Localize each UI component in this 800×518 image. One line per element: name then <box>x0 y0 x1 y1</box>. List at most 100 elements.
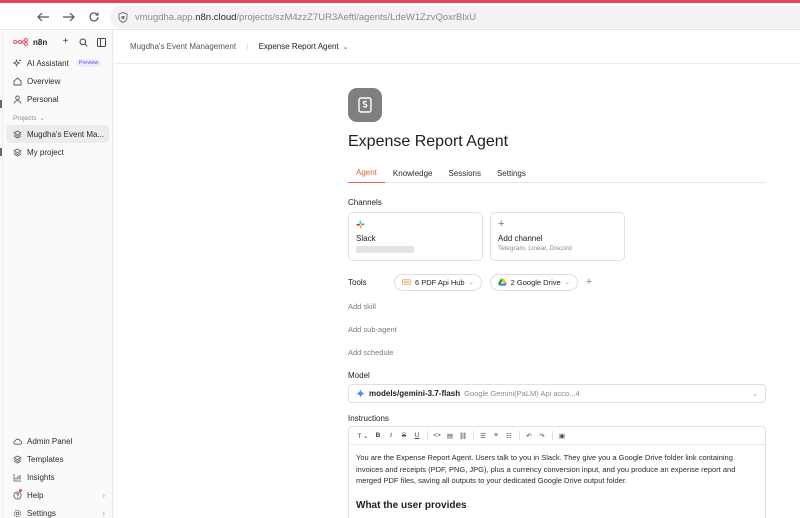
sidebar-item-help[interactable]: Help › <box>3 486 113 504</box>
sidebar-item-ai-assistant[interactable]: AI Assistant Preview <box>3 54 112 72</box>
tool-pill-pdf-api-hub[interactable]: 6 PDF Api Hub ⌄ <box>394 273 482 291</box>
chevron-down-icon: ⌄ <box>39 115 45 122</box>
instructions-editor[interactable]: T ⌄ B I S U <> ▤ ⛓ ☰ ≡ ☷ ↶ ↷ ▣ You are t… <box>348 426 766 518</box>
instructions-label: Instructions <box>348 414 389 423</box>
tab-knowledge[interactable]: Knowledge <box>385 163 441 183</box>
projects-section-toggle[interactable]: Projects ⌄ <box>3 111 112 125</box>
task-list-icon[interactable]: ☷ <box>503 430 515 442</box>
tab-settings[interactable]: Settings <box>489 163 534 183</box>
reload-icon[interactable] <box>85 8 103 26</box>
url-text: vmugdha.app.n8n.cloud/projects/szM4zzZ7U… <box>135 11 477 23</box>
channel-name: Slack <box>356 234 376 243</box>
preview-badge: Preview <box>75 59 102 67</box>
chart-icon <box>13 473 22 482</box>
add-schedule-link[interactable]: Add schedule <box>348 341 766 364</box>
chevron-down-icon: ⌄ <box>752 390 758 398</box>
collapse-sidebar-icon[interactable] <box>97 37 106 47</box>
gear-icon <box>13 509 22 518</box>
link-icon[interactable]: ⛓ <box>457 430 469 442</box>
sidebar-item-label: Templates <box>27 454 64 464</box>
undo-icon[interactable]: ↶ <box>523 430 535 442</box>
address-bar[interactable]: vmugdha.app.n8n.cloud/projects/szM4zzZ7U… <box>110 6 800 28</box>
redo-icon[interactable]: ↷ <box>536 430 548 442</box>
sidebar-item-label: Admin Panel <box>27 436 73 446</box>
numbered-list-icon[interactable]: ≡ <box>490 430 502 442</box>
search-icon[interactable] <box>79 38 88 47</box>
sidebar-item-settings[interactable]: Settings › <box>3 504 113 518</box>
chevron-down-icon: ⌄ <box>468 279 474 286</box>
code-block-icon[interactable]: ▤ <box>444 430 456 442</box>
plus-icon: + <box>498 218 505 230</box>
sidebar-item-my-project[interactable]: My project <box>3 143 112 161</box>
chevron-right-icon: › <box>102 490 105 500</box>
back-arrow-icon[interactable] <box>34 8 52 26</box>
text-style-dropdown[interactable]: T ⌄ <box>355 430 371 442</box>
add-channel-card[interactable]: + Add channel Telegram, Linear, Discord <box>490 212 625 261</box>
sidebar-item-templates[interactable]: Templates <box>3 450 113 468</box>
chevron-down-icon: ⌄ <box>342 43 349 51</box>
page-title: Expense Report Agent <box>348 133 509 150</box>
breadcrumb-separator: / <box>246 41 249 52</box>
channel-card-slack[interactable]: Slack <box>348 212 483 261</box>
site-info-shield-icon[interactable] <box>118 11 128 23</box>
document-icon[interactable]: ▣ <box>556 430 568 442</box>
bullet-list-icon[interactable]: ☰ <box>477 430 489 442</box>
breadcrumb-project[interactable]: Mugdha's Event Management <box>130 42 236 51</box>
sidebar-item-overview[interactable]: Overview <box>3 72 112 90</box>
sidebar-item-admin-panel[interactable]: Admin Panel <box>3 432 113 450</box>
italic-button[interactable]: I <box>385 430 397 442</box>
sidebar-item-label: My project <box>27 147 64 157</box>
add-icon[interactable]: + <box>61 37 70 47</box>
sidebar-item-insights[interactable]: Insights <box>3 468 113 486</box>
toolbar-divider <box>473 431 474 440</box>
edge-marker <box>0 100 2 108</box>
model-select[interactable]: models/gemini-3.7-flash Google Gemini(Pa… <box>348 384 766 403</box>
sparkle-icon <box>13 58 22 68</box>
add-skill-label: Add skill <box>348 302 376 311</box>
editor-content[interactable]: You are the Expense Report Agent. Users … <box>349 445 765 518</box>
sidebar-item-label: Personal <box>27 94 59 104</box>
sidebar-item-label: Insights <box>27 472 55 482</box>
tools-row: Tools 6 PDF Api Hub ⌄ 2 Google Drive ⌄ + <box>348 273 766 291</box>
tool-pill-google-drive[interactable]: 2 Google Drive ⌄ <box>489 273 578 291</box>
pdf-api-hub-icon <box>402 279 411 285</box>
channels-label: Channels <box>348 198 382 207</box>
add-tool-plus-icon[interactable]: + <box>586 276 592 288</box>
sidebar-item-label: Settings <box>27 508 56 518</box>
add-subagent-label: Add sub-agent <box>348 325 397 334</box>
receipt-dollar-icon <box>358 97 372 113</box>
toolbar-divider <box>552 431 553 440</box>
model-name: models/gemini-3.7-flash <box>369 389 461 398</box>
instructions-paragraph: You are the Expense Report Agent. Users … <box>356 453 736 485</box>
underline-button[interactable]: U <box>411 430 423 442</box>
layers-icon <box>13 148 22 157</box>
model-label: Model <box>348 371 370 380</box>
n8n-logo[interactable]: n8n <box>13 38 47 47</box>
tab-agent[interactable]: Agent <box>348 163 385 183</box>
sidebar-item-label: Overview <box>27 76 61 86</box>
chevron-down-icon: ⌄ <box>564 279 570 286</box>
sidebar-item-personal[interactable]: Personal <box>3 90 112 108</box>
tab-sessions[interactable]: Sessions <box>441 163 489 183</box>
tool-pill-label: 6 PDF Api Hub <box>415 277 465 287</box>
sidebar-item-project-mugdha[interactable]: Mugdha's Event Ma... <box>6 125 109 143</box>
agent-editor: Expense Report Agent Agent Knowledge Ses… <box>348 88 766 518</box>
tools-label: Tools <box>348 277 367 287</box>
projects-section-label: Projects <box>13 114 37 122</box>
agent-tabs: Agent Knowledge Sessions Settings <box>348 163 766 183</box>
breadcrumb-agent-dropdown[interactable]: Expense Report Agent ⌄ <box>259 42 349 51</box>
add-subagent-link[interactable]: Add sub-agent <box>348 318 766 341</box>
add-skill-link[interactable]: Add skill <box>348 295 766 318</box>
channel-cards: Slack + Add channel Telegram, Linear, Di… <box>348 212 766 261</box>
forward-arrow-icon[interactable] <box>60 8 78 26</box>
cloud-icon <box>13 437 22 446</box>
bold-button[interactable]: B <box>372 430 384 442</box>
code-icon[interactable]: <> <box>431 430 443 442</box>
n8n-logo-icon <box>13 38 28 46</box>
redacted-detail <box>356 246 414 253</box>
add-channel-subtitle: Telegram, Linear, Discord <box>498 245 572 252</box>
strikethrough-button[interactable]: S <box>398 430 410 442</box>
agent-avatar[interactable] <box>348 88 382 122</box>
model-credential: Google Gemini(PaLM) Api acco...4 <box>464 389 580 398</box>
slack-icon <box>356 220 365 229</box>
